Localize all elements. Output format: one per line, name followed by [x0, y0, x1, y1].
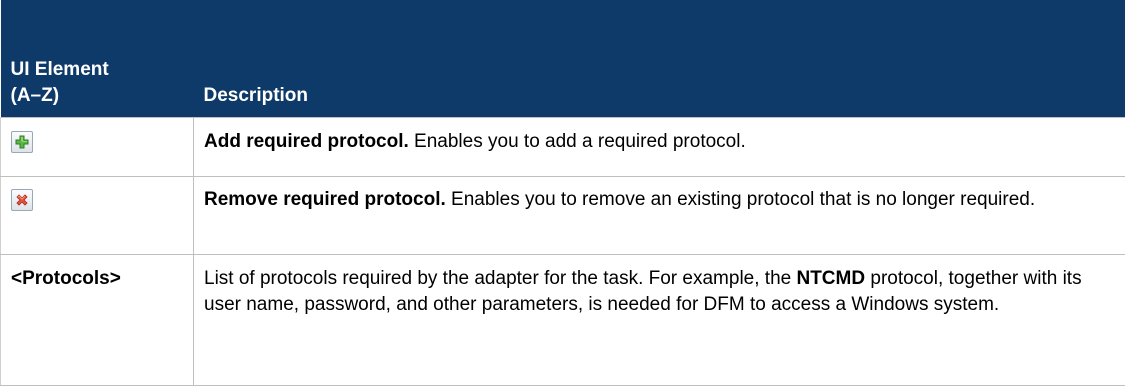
table-row: Add required protocol. Enables you to ad… [1, 117, 1125, 176]
add-icon[interactable] [11, 131, 33, 153]
row-text: Enables you to remove an existing protoc… [446, 189, 1035, 210]
table-row: <Protocols> List of protocols required b… [1, 254, 1125, 385]
row-bold-term: NTCMD [796, 268, 865, 289]
row-lead: Remove required protocol. [204, 189, 446, 210]
row-text: Enables you to add a required protocol. [409, 131, 746, 152]
ui-elements-table: UI Element (A–Z) Description Add require… [0, 0, 1125, 386]
ui-element-cell [1, 176, 194, 254]
ui-element-name: <Protocols> [11, 268, 121, 289]
header-ui-element-line2: (A–Z) [11, 83, 184, 109]
header-ui-element-line1: UI Element [11, 57, 184, 83]
description-cell: Add required protocol. Enables you to ad… [194, 117, 1125, 176]
ui-element-cell [1, 117, 194, 176]
row-lead: Add required protocol. [204, 131, 409, 152]
remove-icon[interactable] [11, 189, 33, 211]
row-text-before: List of protocols required by the adapte… [204, 268, 796, 289]
description-cell: Remove required protocol. Enables you to… [194, 176, 1125, 254]
ui-element-cell: <Protocols> [1, 254, 194, 385]
table-header-row: UI Element (A–Z) Description [1, 0, 1125, 117]
description-cell: List of protocols required by the adapte… [194, 254, 1125, 385]
table-row: Remove required protocol. Enables you to… [1, 176, 1125, 254]
header-ui-element: UI Element (A–Z) [1, 0, 194, 117]
header-description: Description [194, 0, 1125, 117]
